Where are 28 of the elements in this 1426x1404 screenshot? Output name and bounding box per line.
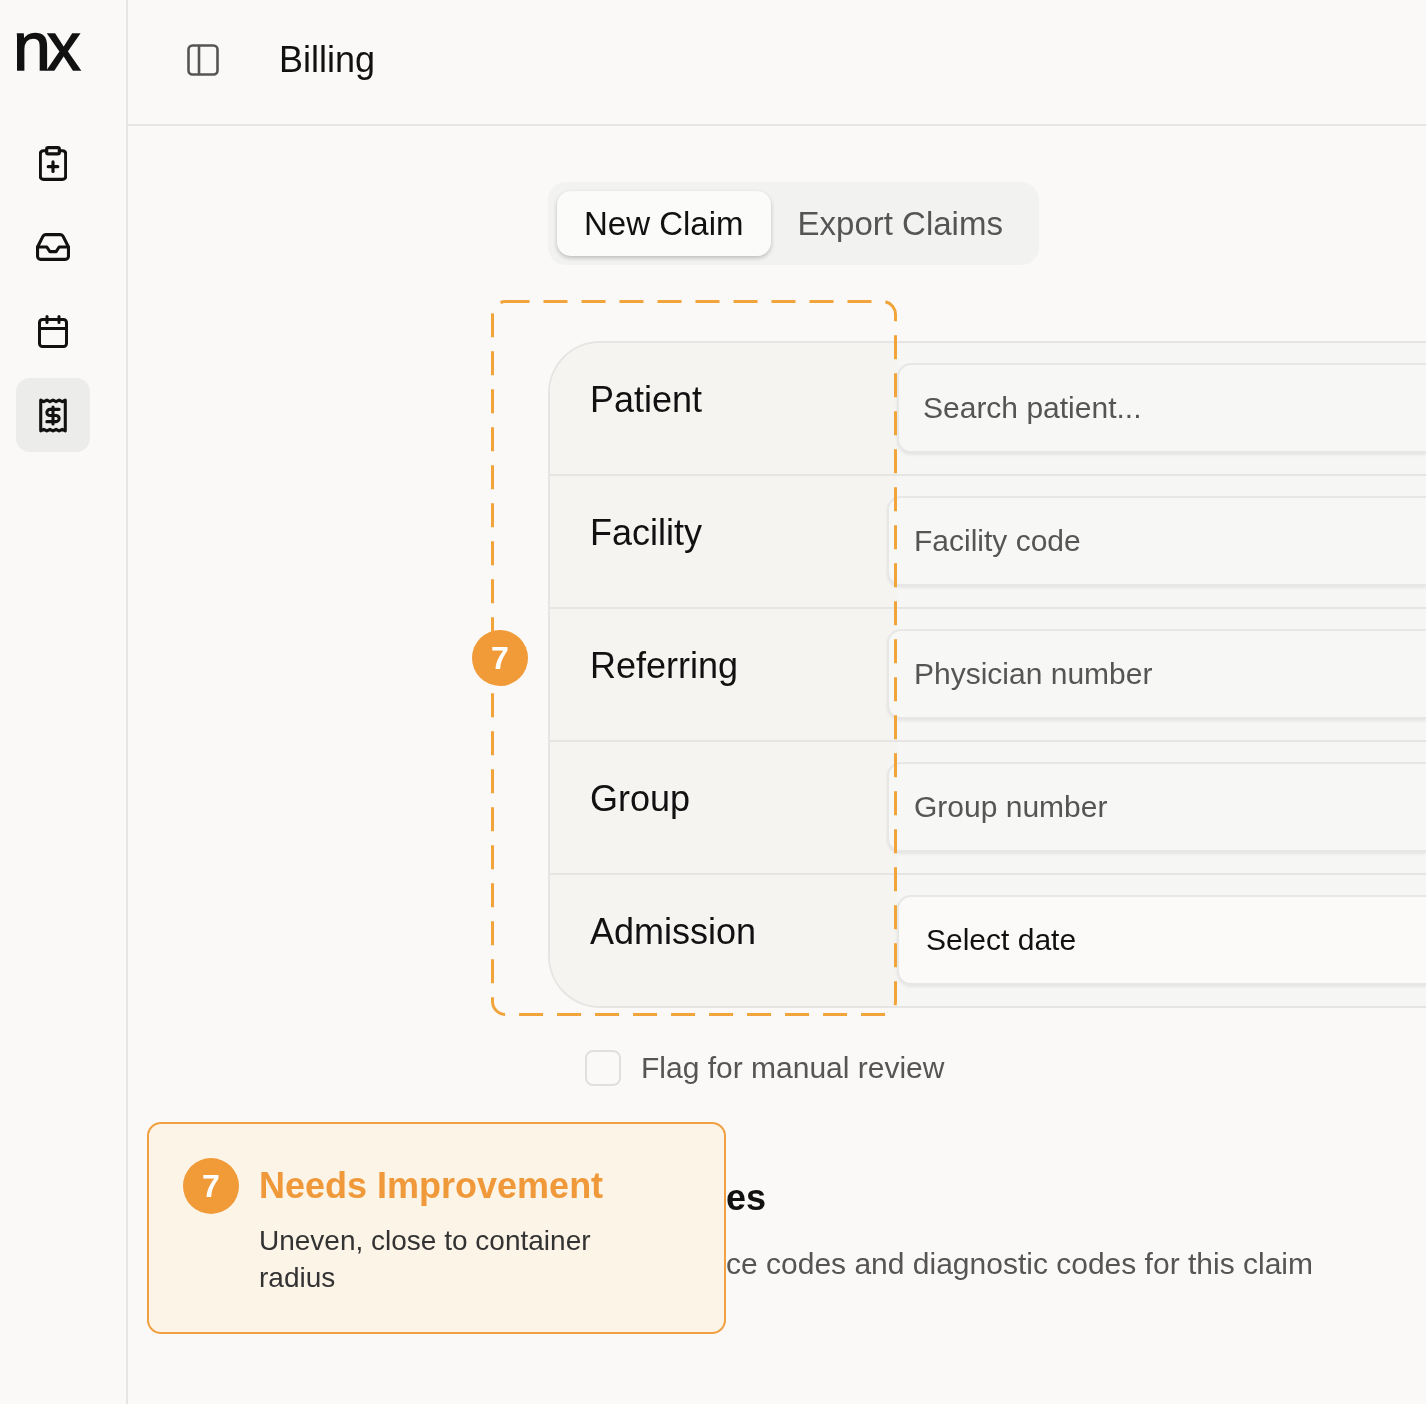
field-label: Facility	[590, 511, 702, 555]
field-label: Referring	[590, 644, 739, 688]
annotation-title: Needs Improvement	[259, 1164, 604, 1208]
calendar-icon	[38, 314, 68, 348]
page-title: Billing	[279, 38, 376, 82]
section-description: ce codes and diagnostic codes for this claim	[726, 1246, 1313, 1282]
field-label: Patient	[590, 378, 703, 422]
section-heading: es	[726, 1176, 767, 1220]
receipt-dollar-icon	[39, 397, 67, 433]
search-field[interactable]: Search patient...	[897, 363, 1426, 453]
annotation-badge: 7	[472, 630, 528, 686]
input-field[interactable]: Facility code	[887, 496, 1426, 586]
input-field[interactable]: Physician number	[887, 629, 1426, 719]
logo-text: nx	[13, 12, 77, 80]
annotation-note: Uneven, close to container radius	[259, 1224, 592, 1295]
field-label: Admission	[590, 910, 757, 954]
checkbox[interactable]	[585, 1050, 621, 1086]
tab[interactable]: New Claim	[557, 191, 771, 256]
sidebar-toggle-icon[interactable]	[187, 44, 219, 76]
date-picker[interactable]: Select date	[897, 895, 1426, 985]
nav-button[interactable]	[16, 378, 90, 452]
field-label: Group	[590, 777, 691, 821]
input-field[interactable]: Group number	[887, 762, 1426, 852]
checkbox-label: Flag for manual review	[641, 1050, 945, 1086]
inbox-tray-icon	[36, 233, 70, 261]
clipboard-plus-icon	[39, 145, 67, 181]
annotation-badge: 7	[183, 1158, 239, 1214]
tab[interactable]: Export Claims	[770, 191, 1030, 256]
